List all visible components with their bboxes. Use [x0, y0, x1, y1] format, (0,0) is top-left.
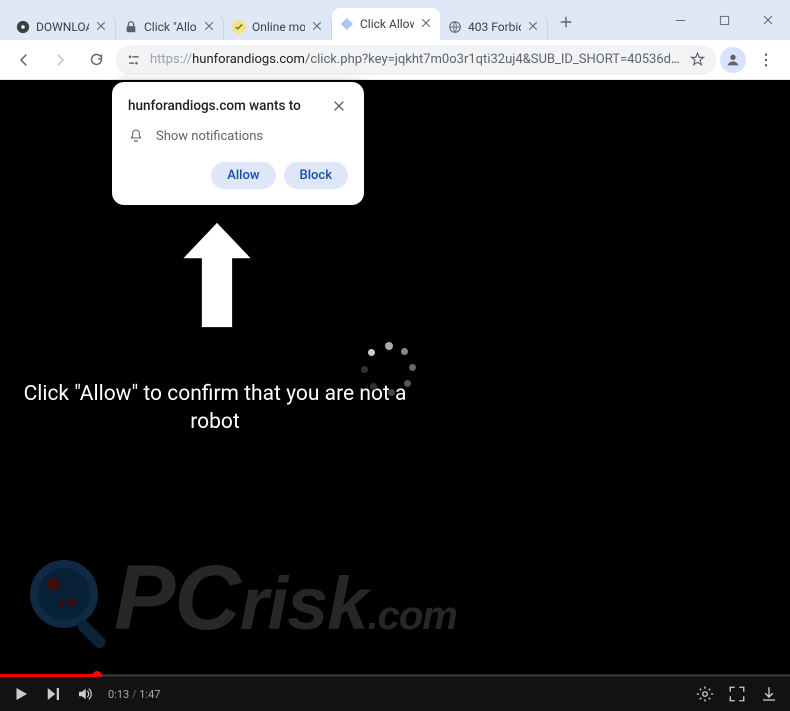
close-icon[interactable]: [527, 20, 541, 34]
tab-title: DOWNLOA: [36, 20, 89, 34]
tab-title: Online mo: [252, 20, 305, 34]
tab-click-allow-active[interactable]: Click Allow: [332, 8, 440, 40]
close-icon[interactable]: [203, 20, 217, 34]
settings-gear-icon[interactable]: [696, 685, 714, 703]
toolbar: https://hunforandiogs.com/click.php?key=…: [0, 40, 790, 80]
close-icon[interactable]: [332, 98, 348, 114]
block-button[interactable]: Block: [284, 162, 348, 189]
video-time: 0:13 / 1:47: [108, 688, 160, 701]
tab-click-allow-1[interactable]: Click "Allow": [116, 14, 224, 40]
dialog-title: hunforandiogs.com wants to: [128, 98, 301, 114]
next-button[interactable]: [44, 685, 62, 703]
star-icon[interactable]: [689, 51, 706, 68]
tab-title: 403 Forbid: [468, 20, 521, 34]
loading-spinner-icon: [360, 342, 416, 398]
globe-icon: [448, 20, 462, 34]
notification-permission-dialog: hunforandiogs.com wants to Show notifica…: [112, 82, 364, 205]
site-settings-icon[interactable]: [126, 52, 142, 68]
volume-button[interactable]: [76, 685, 94, 703]
back-button[interactable]: [8, 44, 40, 76]
page-content: hunforandiogs.com wants to Show notifica…: [0, 80, 790, 711]
tab-online[interactable]: Online mo: [224, 14, 332, 40]
maximize-button[interactable]: [702, 0, 746, 40]
lock-icon: [124, 20, 138, 34]
dialog-body-text: Show notifications: [156, 129, 263, 144]
tab-title: Click Allow: [360, 17, 414, 31]
close-icon[interactable]: [420, 17, 434, 31]
diamond-icon: [340, 17, 354, 31]
new-tab-button[interactable]: [552, 8, 580, 36]
video-controls: 0:13 / 1:47: [0, 677, 790, 711]
check-icon: [232, 20, 246, 34]
fullscreen-button[interactable]: [728, 685, 746, 703]
reload-button[interactable]: [80, 44, 112, 76]
window-close-button[interactable]: [746, 0, 790, 40]
tab-download[interactable]: DOWNLOA: [8, 14, 116, 40]
window-controls: [658, 0, 790, 40]
address-bar[interactable]: https://hunforandiogs.com/click.php?key=…: [116, 45, 716, 75]
tab-strip: DOWNLOA Click "Allow" Online mo Click Al…: [8, 0, 580, 40]
watermark-text: PCrisk.com: [114, 546, 457, 651]
allow-button[interactable]: Allow: [211, 162, 275, 189]
download-button[interactable]: [760, 685, 778, 703]
magnifier-icon: [24, 554, 114, 644]
minimize-button[interactable]: [658, 0, 702, 40]
bell-icon: [128, 128, 144, 144]
arrow-up-icon: [175, 215, 259, 339]
watermark: PCrisk.com: [24, 546, 457, 651]
menu-button[interactable]: [750, 44, 782, 76]
disc-icon: [16, 20, 30, 34]
tab-403[interactable]: 403 Forbid: [440, 14, 548, 40]
close-icon[interactable]: [95, 20, 109, 34]
play-button[interactable]: [12, 685, 30, 703]
url-text: https://hunforandiogs.com/click.php?key=…: [150, 52, 681, 67]
browser-titlebar: DOWNLOA Click "Allow" Online mo Click Al…: [0, 0, 790, 40]
forward-button[interactable]: [44, 44, 76, 76]
close-icon[interactable]: [311, 20, 325, 34]
tab-title: Click "Allow": [144, 20, 197, 34]
profile-button[interactable]: [720, 47, 746, 73]
